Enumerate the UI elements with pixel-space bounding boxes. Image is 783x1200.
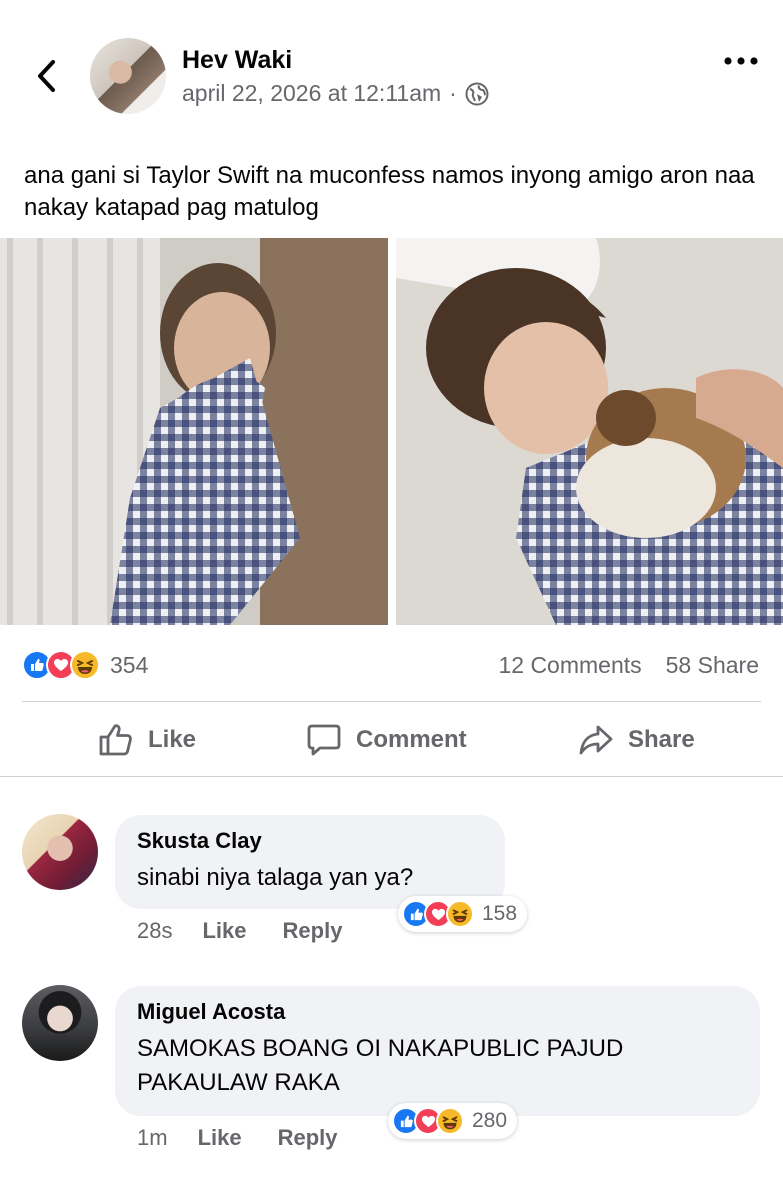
photo-1-illustration [0,238,388,625]
post-text: ana gani si Taylor Swift na muconfess na… [24,162,755,221]
reaction-count[interactable]: 354 [110,652,148,679]
comment-bubble[interactable]: Skusta Clay sinabi niya talaga yan ya? [115,815,505,909]
haha-icon [70,650,100,680]
post-photo-2[interactable] [396,238,783,625]
comment-reply-button[interactable]: Reply [278,1125,338,1151]
thumbs-up-icon [99,723,132,755]
comment-button[interactable]: Comment [306,722,467,758]
author-avatar[interactable] [90,38,166,114]
comment-meta: 28s Like Reply [137,918,342,944]
shares-count[interactable]: 58 Share [666,652,759,679]
commenter-avatar[interactable] [22,814,98,890]
post-meta: april 22, 2026 at 12:11am · [182,80,489,107]
comment-reactions[interactable]: 280 [388,1103,518,1139]
commenter-name[interactable]: Skusta Clay [137,827,483,855]
comment-time[interactable]: 28s [137,918,172,944]
share-label: Share [628,725,695,753]
comment-bubble[interactable]: Miguel Acosta SAMOKAS BOANG OI NAKAPUBLI… [115,986,760,1116]
chevron-left-icon [38,60,55,92]
comment-reaction-count: 280 [472,1109,508,1132]
comment-reply-button[interactable]: Reply [283,918,343,944]
globe-icon [465,82,489,105]
action-bar: Like Comment Share [0,702,783,777]
commenter-avatar[interactable] [22,985,98,1061]
reactions-summary[interactable]: 354 12 Comments 58 Share [22,645,759,685]
share-arrow-icon [579,725,613,754]
meta-separator: · [449,80,457,106]
commenter-name[interactable]: Miguel Acosta [137,998,738,1026]
photo-2-illustration [396,238,783,625]
comment-icon [307,724,341,755]
comment-reaction-count: 158 [482,902,518,925]
comment-reactions[interactable]: 158 [398,896,528,932]
haha-icon [446,900,474,928]
comment-text: sinabi niya talaga yan ya? [137,864,414,891]
share-button[interactable]: Share [578,722,695,758]
more-dots-icon [724,57,758,65]
post-header: Hev Waki april 22, 2026 at 12:11am · [0,0,783,140]
comment-like-button[interactable]: Like [202,918,246,944]
comment-time[interactable]: 1m [137,1125,168,1151]
post-photo-1[interactable] [0,238,388,625]
post-timestamp[interactable]: april 22, 2026 at 12:11am [182,80,441,107]
like-label: Like [148,725,197,753]
reaction-icons [22,650,100,680]
comment-label: Comment [356,725,467,753]
haha-icon [436,1107,464,1135]
like-button[interactable]: Like [98,722,196,758]
divider [0,776,783,777]
author-name[interactable]: Hev Waki [182,46,292,75]
back-button[interactable] [30,56,62,96]
comment-meta: 1m Like Reply [137,1125,338,1151]
comment-text: SAMOKAS BOANG OI NAKAPUBLIC PAJUD PAKAUL… [137,1035,624,1096]
comment-like-button[interactable]: Like [198,1125,242,1151]
comments-count[interactable]: 12 Comments [498,652,641,679]
engagement-counts: 12 Comments 58 Share [498,652,759,679]
more-options-button[interactable] [721,48,761,74]
